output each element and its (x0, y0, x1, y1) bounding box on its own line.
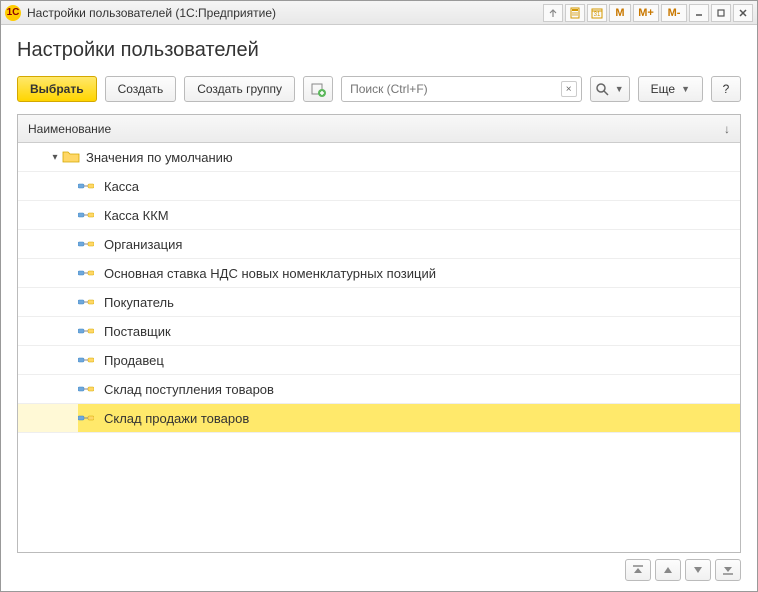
setting-item-icon (78, 297, 94, 307)
minimize-button[interactable] (689, 4, 709, 22)
titlebar: 1C Настройки пользователей (1С:Предприят… (1, 1, 757, 25)
setting-item-icon (78, 413, 94, 423)
item-label: Склад продажи товаров (104, 411, 249, 426)
tree-item-row[interactable]: Покупатель (18, 288, 740, 317)
tree-item-row[interactable]: Склад продажи товаров (18, 404, 740, 433)
setting-item-icon (78, 239, 94, 249)
setting-item-icon (78, 326, 94, 336)
content-area: Настройки пользователей Выбрать Создать … (1, 25, 757, 591)
group-label: Значения по умолчанию (86, 150, 233, 165)
setting-item-icon (78, 181, 94, 191)
table-container: Наименование ↓ ▾ Значения по умолчанию Кас… (17, 114, 741, 553)
calculator-icon[interactable] (565, 4, 585, 22)
item-label: Поставщик (104, 324, 171, 339)
item-label: Касса ККМ (104, 208, 169, 223)
calendar-icon[interactable]: 31 (587, 4, 607, 22)
nav-first-button[interactable] (625, 559, 651, 581)
create-group-button[interactable]: Создать группу (184, 76, 295, 102)
more-button[interactable]: Еще ▼ (638, 76, 703, 102)
toolbar-icon-link[interactable] (543, 4, 563, 22)
tree-item-row[interactable]: Касса ККМ (18, 201, 740, 230)
add-item-icon-button[interactable] (303, 76, 333, 102)
sort-indicator-icon: ↓ (724, 122, 730, 136)
chevron-down-icon: ▼ (615, 84, 624, 94)
setting-item-icon (78, 355, 94, 365)
search-icon (596, 83, 609, 96)
svg-text:31: 31 (594, 12, 601, 18)
table-header[interactable]: Наименование ↓ (18, 115, 740, 143)
setting-item-icon (78, 384, 94, 394)
search-menu-button[interactable]: ▼ (590, 76, 630, 102)
tree-item-row[interactable]: Основная ставка НДС новых номенклатурных… (18, 259, 740, 288)
select-button[interactable]: Выбрать (17, 76, 97, 102)
item-label: Склад поступления товаров (104, 382, 274, 397)
app-icon: 1C (5, 5, 21, 21)
item-label: Касса (104, 179, 139, 194)
folder-icon (62, 150, 80, 164)
search-box[interactable]: × (341, 76, 582, 102)
memory-m-button[interactable]: M (609, 4, 631, 22)
toolbar: Выбрать Создать Создать группу × ▼ Еще ▼… (17, 76, 741, 102)
tree-group-row[interactable]: ▾ Значения по умолчанию (18, 143, 740, 172)
page-title: Настройки пользователей (17, 39, 741, 62)
item-label: Основная ставка НДС новых номенклатурных… (104, 266, 436, 281)
chevron-down-icon: ▼ (681, 84, 690, 94)
tree-item-row[interactable]: Склад поступления товаров (18, 375, 740, 404)
help-button[interactable]: ? (711, 76, 741, 102)
nav-last-button[interactable] (715, 559, 741, 581)
tree-item-row[interactable]: Продавец (18, 346, 740, 375)
collapse-icon[interactable]: ▾ (48, 152, 62, 163)
item-label: Продавец (104, 353, 164, 368)
setting-item-icon (78, 210, 94, 220)
nav-down-button[interactable] (685, 559, 711, 581)
tree-item-row[interactable]: Поставщик (18, 317, 740, 346)
memory-mminus-button[interactable]: M- (661, 4, 687, 22)
setting-item-icon (78, 268, 94, 278)
footer-navigation (17, 553, 741, 581)
search-input[interactable] (346, 82, 561, 96)
titlebar-controls: 31 M M+ M- (543, 4, 753, 22)
item-label: Организация (104, 237, 182, 252)
search-clear-button[interactable]: × (561, 81, 577, 97)
create-button[interactable]: Создать (105, 76, 177, 102)
window-title: Настройки пользователей (1С:Предприятие) (27, 6, 537, 20)
maximize-button[interactable] (711, 4, 731, 22)
item-label: Покупатель (104, 295, 174, 310)
memory-mplus-button[interactable]: M+ (633, 4, 659, 22)
column-header-name: Наименование (28, 122, 111, 136)
table-body: ▾ Значения по умолчанию Касса Касса ККМ Орга… (18, 143, 740, 552)
close-button[interactable] (733, 4, 753, 22)
window-frame: 1C Настройки пользователей (1С:Предприят… (0, 0, 758, 592)
tree-item-row[interactable]: Организация (18, 230, 740, 259)
tree-item-row[interactable]: Касса (18, 172, 740, 201)
nav-up-button[interactable] (655, 559, 681, 581)
